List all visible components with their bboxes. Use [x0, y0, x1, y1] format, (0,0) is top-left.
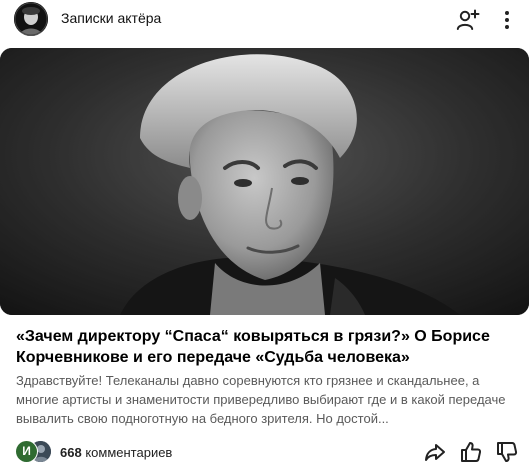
- more-vertical-icon: [505, 11, 509, 29]
- dislike-button[interactable]: [495, 440, 519, 464]
- article-title[interactable]: «Зачем директору “Спаса“ ковыряться в гр…: [16, 326, 521, 368]
- commenter-avatar: И: [16, 441, 37, 462]
- channel-avatar[interactable]: [14, 2, 48, 36]
- portrait-photo: [0, 48, 529, 315]
- article-footer: И 668 комментариев: [0, 438, 529, 466]
- thumbs-down-icon: [497, 442, 518, 462]
- share-icon: [425, 444, 445, 461]
- article-snippet[interactable]: Здравствуйте! Телеканалы давно соревнуют…: [16, 371, 516, 428]
- comments-count: 668: [60, 445, 82, 460]
- add-user-icon: [456, 9, 480, 30]
- comments-link[interactable]: 668 комментариев: [60, 445, 172, 460]
- channel-name[interactable]: Записки актёра: [61, 10, 161, 26]
- share-button[interactable]: [423, 440, 447, 464]
- like-button[interactable]: [459, 440, 483, 464]
- channel-header: Записки актёра: [0, 0, 529, 40]
- subscribe-button[interactable]: [456, 8, 480, 32]
- article-cover-image[interactable]: [0, 48, 529, 315]
- comments-label: комментариев: [85, 445, 173, 460]
- thumbs-up-icon: [461, 442, 482, 462]
- more-options-button[interactable]: [495, 8, 519, 32]
